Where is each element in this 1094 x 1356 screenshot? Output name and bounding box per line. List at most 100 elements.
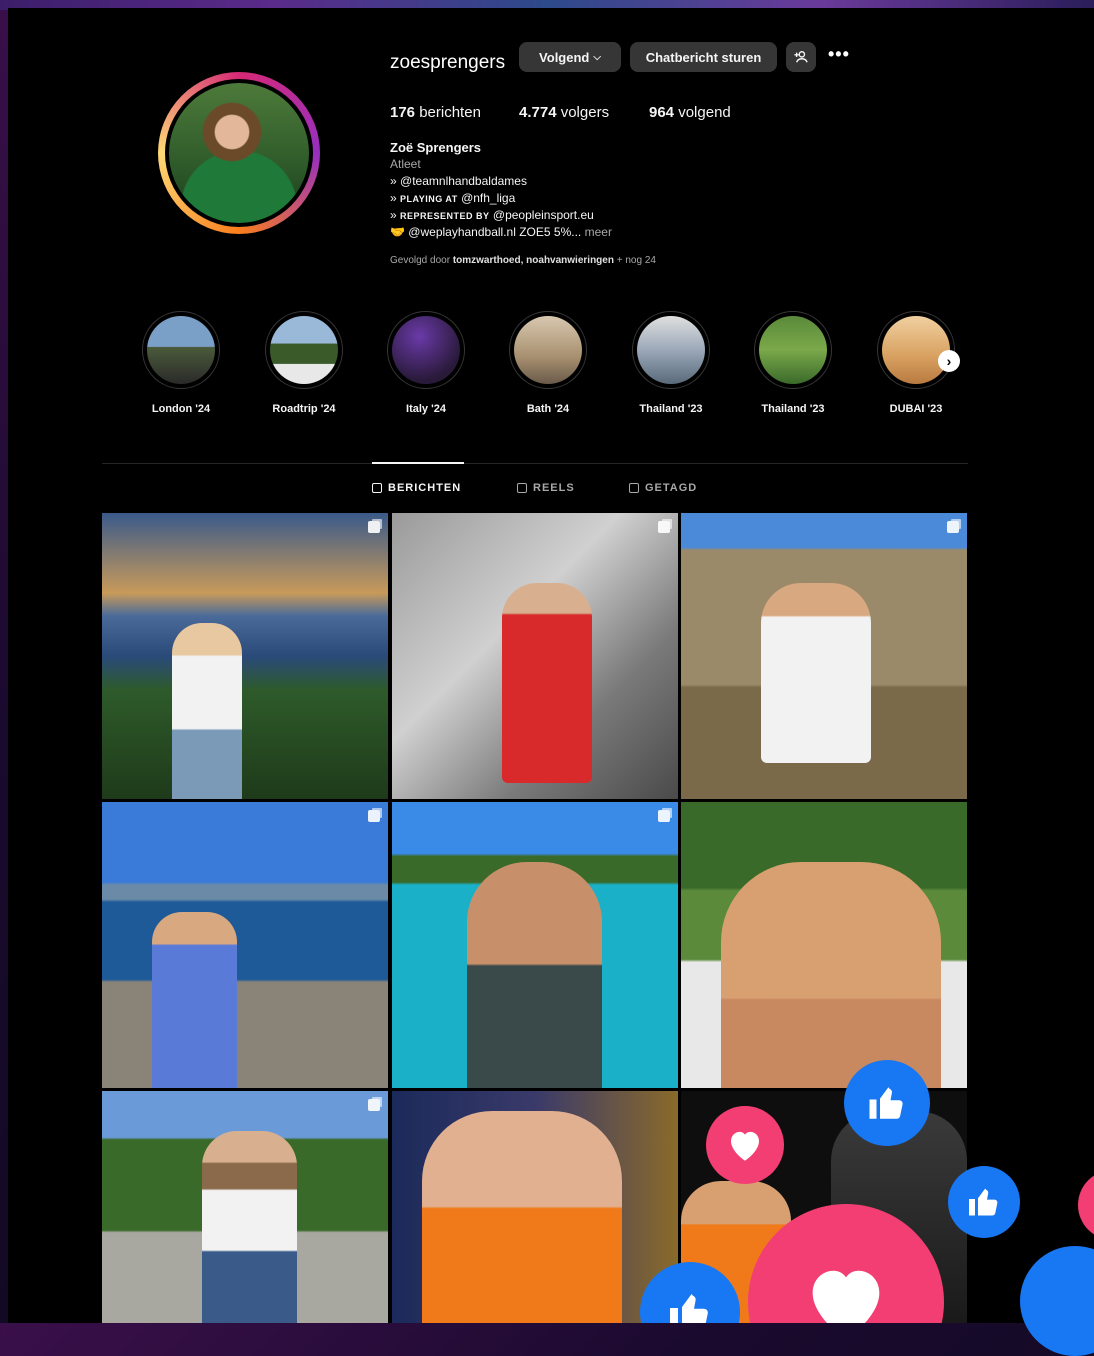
followed-by-suffix: + nog 24 [616, 255, 656, 266]
more-options-icon[interactable]: ••• [828, 44, 850, 65]
highlight-ring [877, 311, 955, 389]
post-subject [502, 583, 592, 783]
tab-active-indicator [372, 462, 464, 464]
tab-posts-label: BERICHTEN [388, 482, 462, 494]
highlight-label: Italy '24 [406, 403, 446, 415]
followed-by-prefix: Gevolgd door [390, 255, 451, 266]
followed-by-names: tomzwarthoed, noahvanwieringen [452, 255, 614, 266]
post-subject [422, 1111, 622, 1323]
tabs-divider [102, 463, 968, 464]
post-subject [152, 912, 237, 1088]
highlight-ring [754, 311, 832, 389]
tab-tagged[interactable]: GETAGD [629, 482, 697, 494]
tab-tagged-label: GETAGD [645, 482, 698, 494]
following-link[interactable]: 964 volgend [649, 104, 731, 121]
tab-reels[interactable]: REELS [517, 482, 575, 494]
send-message-button[interactable]: Chatbericht sturen [630, 42, 777, 72]
posts-count: 176 berichten [390, 104, 481, 121]
post-thumbnail[interactable] [392, 802, 678, 1088]
highlight-image [514, 316, 582, 384]
post-subject [761, 583, 871, 763]
followers-label: volgers [560, 104, 610, 121]
carousel-icon [368, 1099, 380, 1111]
highlight-ring [142, 311, 220, 389]
post-thumbnail[interactable] [392, 513, 678, 799]
bio-category: Atleet [390, 157, 421, 171]
bio-bullet: » [390, 208, 397, 222]
story-highlight[interactable]: Thailand '23 [616, 311, 726, 415]
following-label: volgend [678, 104, 731, 121]
grid-icon [372, 483, 382, 493]
story-highlight[interactable]: Thailand '23 [738, 311, 848, 415]
tab-posts[interactable]: BERICHTEN [372, 482, 461, 494]
suggested-users-button[interactable] [786, 42, 816, 72]
story-highlight[interactable]: Roadtrip '24 [249, 311, 359, 415]
post-thumbnail[interactable] [102, 802, 388, 1088]
heart-icon [706, 1106, 784, 1184]
followers-number: 4.774 [519, 104, 557, 121]
highlight-image [147, 316, 215, 384]
handshake-icon: 🤝 [390, 225, 405, 239]
post-subject [467, 862, 602, 1088]
highlight-image [759, 316, 827, 384]
bio-mention-liga[interactable]: @nfh_liga [461, 191, 515, 205]
highlight-label: DUBAI '23 [889, 403, 943, 415]
highlight-ring [509, 311, 587, 389]
bio-mention-agency[interactable]: @peopleinsport.eu [493, 208, 594, 222]
highlight-ring [387, 311, 465, 389]
highlight-label: Bath '24 [526, 403, 570, 415]
profile-avatar-story-ring[interactable] [158, 72, 320, 234]
bio-line-2: » PLAYING AT @nfh_liga [390, 191, 515, 205]
bio-represented-by-label: REPRESENTED BY [400, 211, 490, 221]
highlight-image [270, 316, 338, 384]
carousel-icon [947, 521, 959, 533]
bio-name: Zoë Sprengers [390, 140, 482, 155]
post-subject [172, 623, 242, 799]
highlight-image [882, 316, 950, 384]
highlight-ring [632, 311, 710, 389]
bio-line-1: » @teamnlhandbaldames [390, 174, 527, 188]
highlight-label: Roadtrip '24 [272, 403, 336, 415]
avatar-image [169, 83, 309, 223]
story-highlight[interactable]: Bath '24 [493, 311, 603, 415]
bio-bullet: » [390, 191, 397, 205]
carousel-icon [658, 521, 670, 533]
followers-link[interactable]: 4.774 volgers [519, 104, 609, 121]
chevron-right-icon[interactable]: › [938, 350, 960, 372]
bio-mention-teamnl[interactable]: @teamnlhandbaldames [400, 174, 527, 188]
post-thumbnail[interactable] [681, 802, 967, 1088]
post-thumbnail[interactable] [102, 513, 388, 799]
bio-mention-sponsor[interactable]: @weplayhandball.nl ZOE5 5%... [408, 225, 581, 239]
highlight-label: London '24 [151, 403, 211, 415]
highlight-label: Thailand '23 [639, 403, 703, 415]
tab-reels-label: REELS [533, 482, 575, 494]
like-icon [948, 1166, 1020, 1238]
followed-by[interactable]: Gevolgd door tomzwarthoed, noahvanwierin… [390, 255, 656, 266]
bio-bullet: » [390, 174, 397, 188]
post-subject [721, 862, 941, 1088]
highlight-ring [265, 311, 343, 389]
add-user-icon [794, 51, 808, 63]
bio-playing-at-label: PLAYING AT [400, 194, 458, 204]
post-subject [202, 1131, 297, 1323]
post-thumbnail[interactable] [102, 1091, 388, 1323]
highlight-image [637, 316, 705, 384]
tagged-icon [629, 483, 639, 493]
posts-label: berichten [419, 104, 481, 121]
carousel-icon [658, 810, 670, 822]
highlight-image [392, 316, 460, 384]
following-button-label: Volgend [539, 49, 590, 65]
story-highlight[interactable]: Italy '24 [371, 311, 481, 415]
posts-number: 176 [390, 104, 416, 121]
post-thumbnail[interactable] [681, 513, 967, 799]
chevron-down-icon: ⌵ [593, 51, 601, 63]
post-thumbnail[interactable] [392, 1091, 678, 1323]
following-button[interactable]: Volgend ⌵ [519, 42, 621, 72]
bio-line-4: 🤝 @weplayhandball.nl ZOE5 5%... meer [390, 225, 612, 239]
bio-line-3: » REPRESENTED BY @peopleinsport.eu [390, 208, 594, 222]
story-highlight[interactable]: London '24 [126, 311, 236, 415]
bio-more-link[interactable]: meer [585, 225, 612, 239]
reels-icon [517, 483, 527, 493]
like-icon [844, 1060, 930, 1146]
profile-username: zoesprengers [390, 52, 506, 73]
